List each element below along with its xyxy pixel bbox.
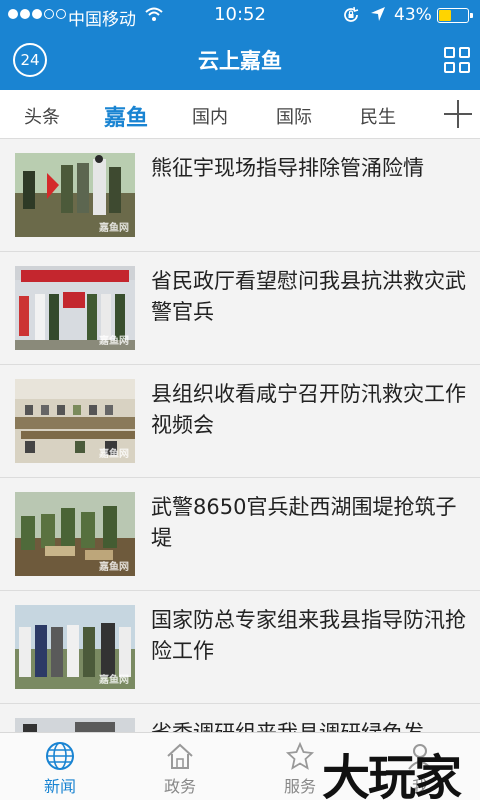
news-item[interactable]: 嘉鱼网 县组织收看咸宁召开防汛救灾工作视频会 — [0, 365, 480, 478]
news-thumbnail — [15, 718, 135, 732]
overlay-logo: 大玩家 — [322, 750, 462, 800]
thumb-watermark: 嘉鱼网 — [99, 562, 129, 573]
news-list: 嘉鱼网 熊征宇现场指导排除管涌险情 嘉鱼网 省民政厅看望慰问我县抗洪救灾武警官兵 — [0, 139, 480, 732]
star-icon — [285, 741, 315, 770]
tab-domestic[interactable]: 国内 — [192, 103, 228, 129]
location-arrow-icon — [371, 7, 385, 21]
news-thumbnail: 嘉鱼网 — [15, 605, 135, 689]
nav-label: 政务 — [163, 777, 196, 796]
thumb-watermark: 嘉鱼网 — [99, 675, 129, 686]
thumb-watermark: 嘉鱼网 — [99, 223, 129, 234]
tab-jiayu[interactable]: 嘉鱼 — [104, 100, 148, 132]
news-thumbnail: 嘉鱼网 — [15, 492, 135, 576]
news-title: 熊征宇现场指导排除管涌险情 — [151, 156, 424, 180]
news-item[interactable]: 嘉鱼网 武警8650官兵赴西湖围堤抢筑子堤 — [0, 478, 480, 591]
news-title: 国家防总专家组来我县指导防汛抢险工作 — [151, 608, 466, 663]
news-item[interactable]: 省委调研组来我县调研绿色发 — [0, 704, 480, 732]
plus-icon[interactable] — [444, 100, 472, 128]
category-tabs: 头条 嘉鱼 国内 国际 民生 — [0, 90, 480, 139]
tab-international[interactable]: 国际 — [276, 103, 312, 129]
globe-icon — [46, 742, 74, 770]
thumb-watermark: 嘉鱼网 — [99, 336, 129, 347]
battery-percent: 43% — [394, 5, 432, 25]
news-title: 省民政厅看望慰问我县抗洪救灾武警官兵 — [151, 269, 466, 324]
app-header: 24 云上嘉鱼 — [0, 30, 480, 90]
news-item[interactable]: 嘉鱼网 省民政厅看望慰问我县抗洪救灾武警官兵 — [0, 252, 480, 365]
tab-headlines[interactable]: 头条 — [24, 103, 60, 129]
grid-icon[interactable] — [444, 47, 470, 73]
nav-news[interactable]: 新闻 — [20, 733, 100, 800]
thumb-watermark: 嘉鱼网 — [99, 449, 129, 460]
battery-fill — [439, 10, 451, 21]
news-thumbnail: 嘉鱼网 — [15, 266, 135, 350]
nav-label: 新闻 — [43, 777, 76, 796]
news-thumbnail: 嘉鱼网 — [15, 153, 135, 237]
nav-government[interactable]: 政务 — [140, 733, 220, 800]
news-item[interactable]: 嘉鱼网 熊征宇现场指导排除管涌险情 — [0, 139, 480, 252]
news-title: 县组织收看咸宁召开防汛救灾工作视频会 — [151, 382, 466, 437]
tab-livelihood[interactable]: 民生 — [360, 103, 396, 129]
news-thumbnail: 嘉鱼网 — [15, 379, 135, 463]
news-title: 省委调研组来我县调研绿色发 — [151, 718, 469, 732]
status-bar: 中国移动 10:52 43% — [0, 0, 480, 30]
app-title: 云上嘉鱼 — [198, 49, 282, 73]
news-title: 武警8650官兵赴西湖围堤抢筑子堤 — [151, 495, 457, 550]
battery-icon — [437, 8, 473, 23]
rotation-lock-icon — [344, 6, 359, 22]
home-icon — [167, 743, 193, 769]
news-item[interactable]: 嘉鱼网 国家防总专家组来我县指导防汛抢险工作 — [0, 591, 480, 704]
